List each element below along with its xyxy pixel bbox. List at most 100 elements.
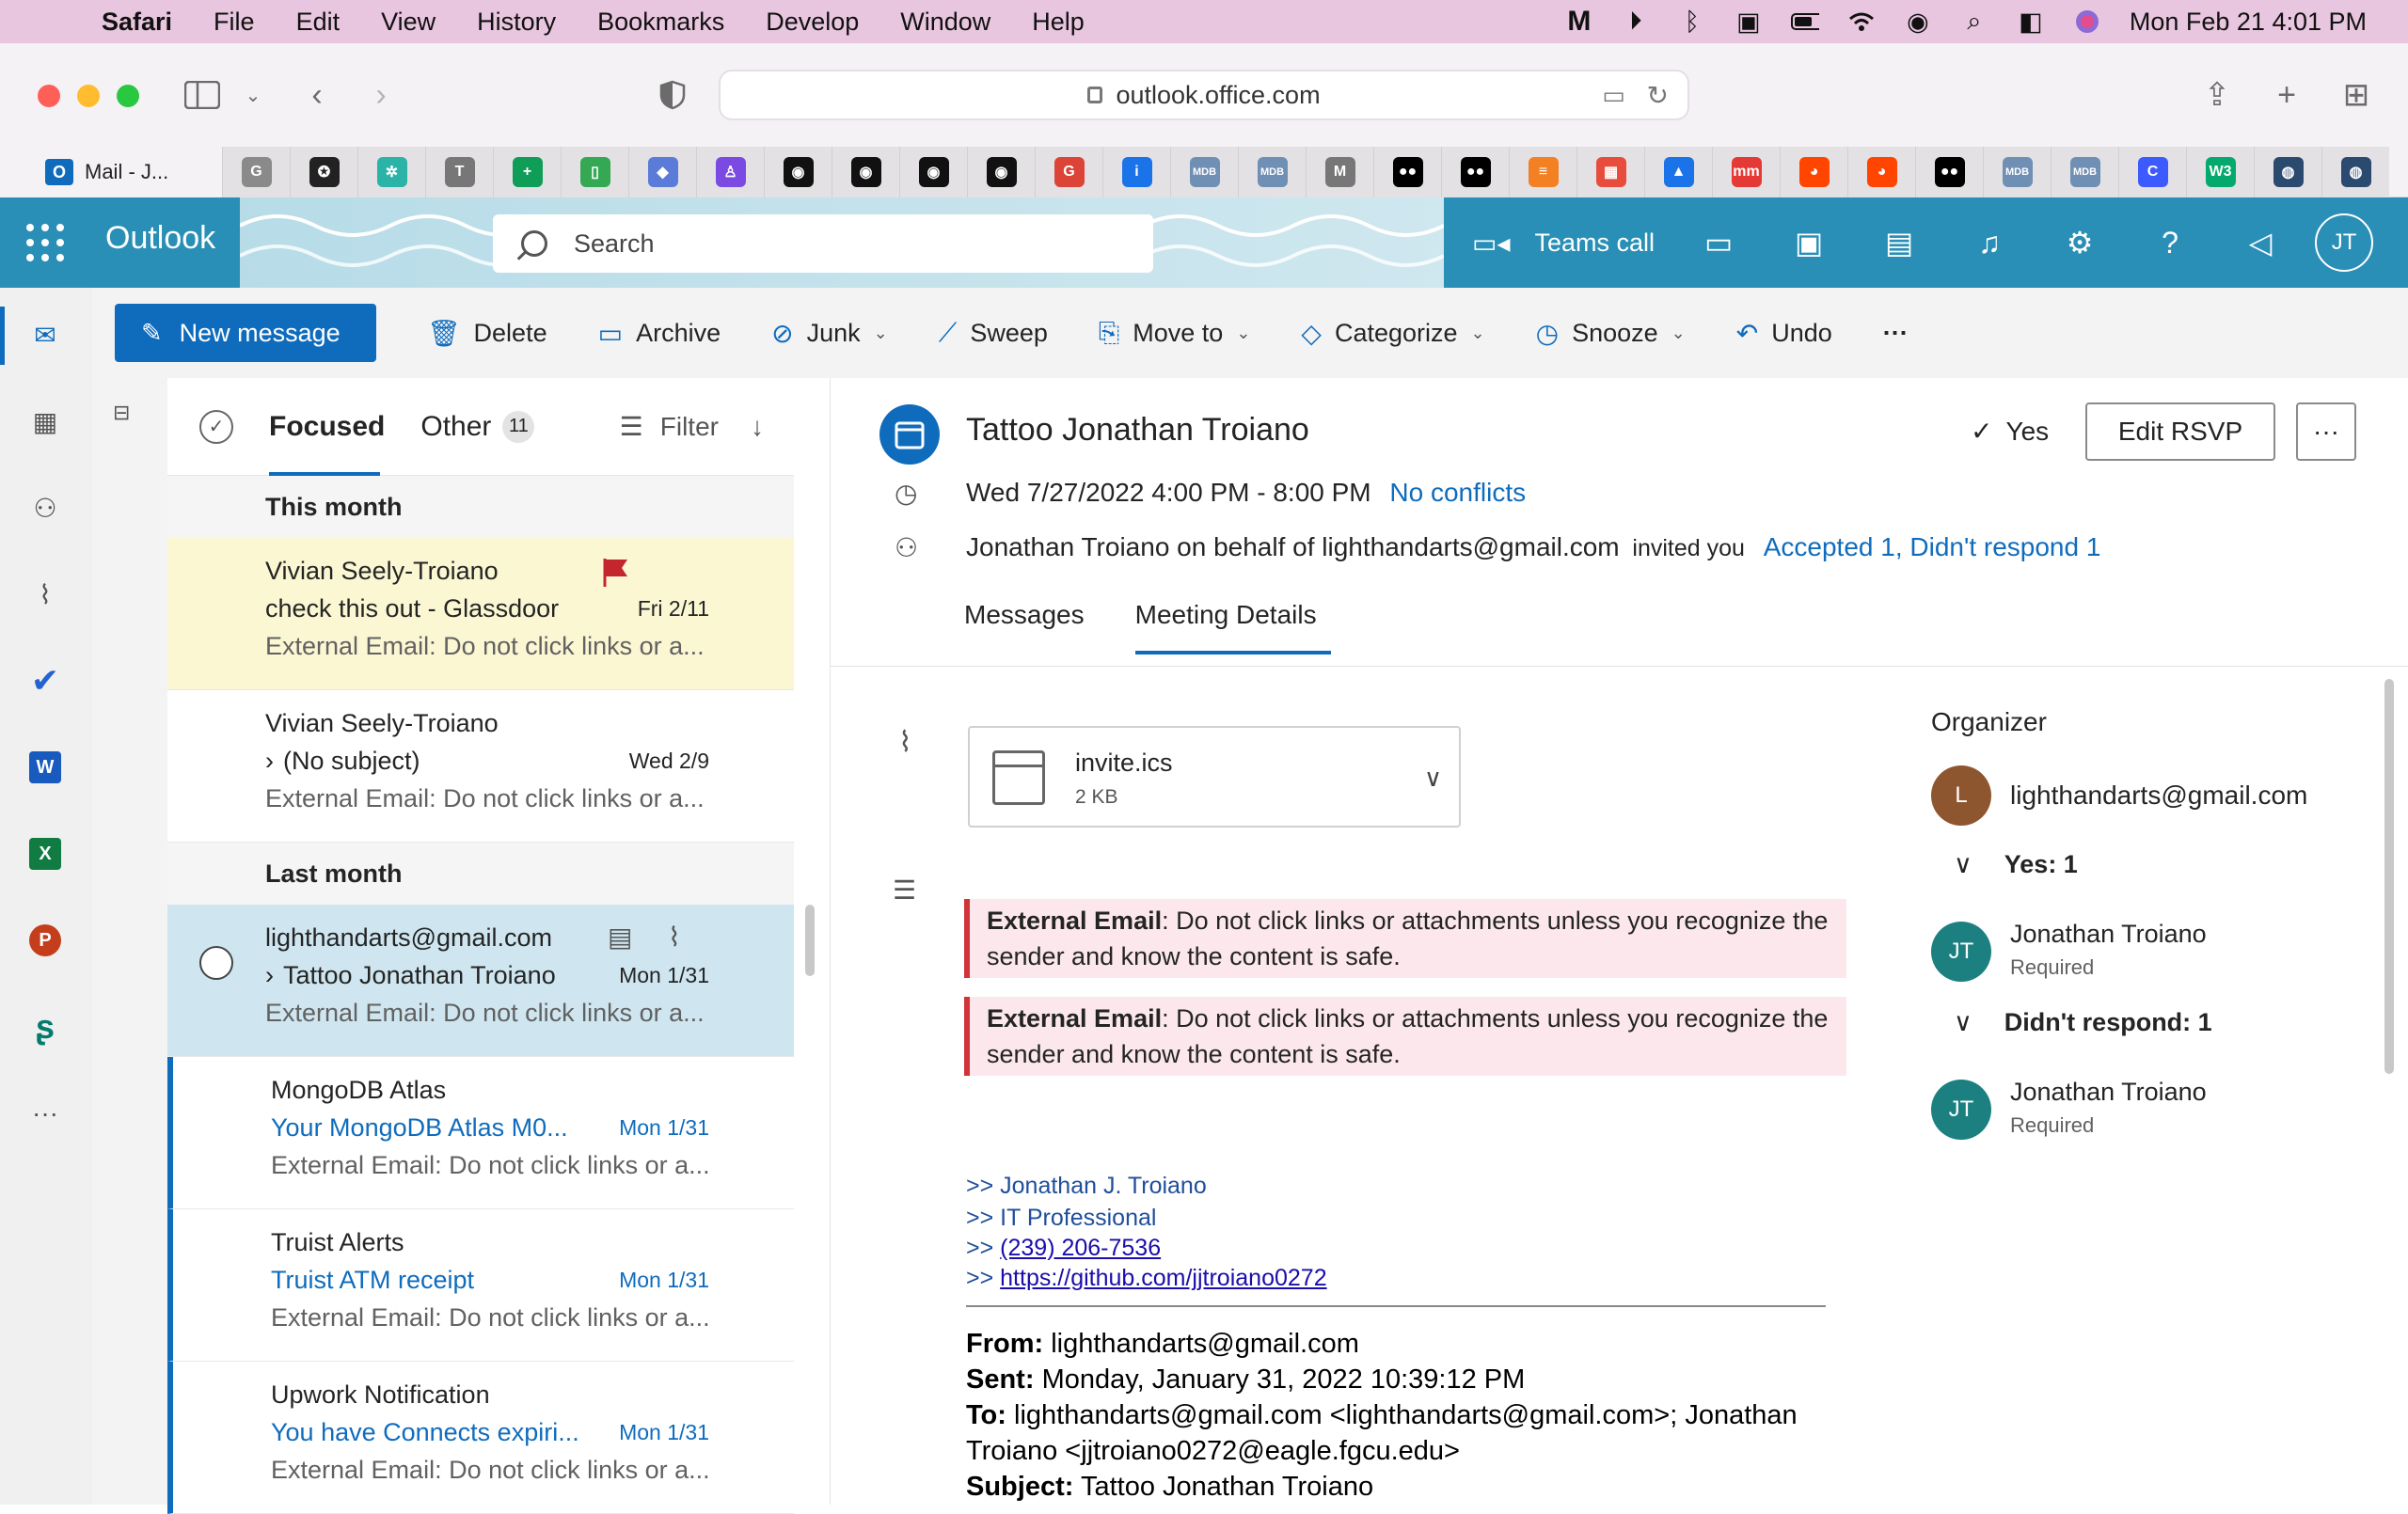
app-launcher-icon[interactable] (26, 224, 64, 261)
menu-help[interactable]: Help (1032, 8, 1085, 37)
tab-other[interactable]: Other 11 (420, 378, 535, 476)
notifications-bell-icon[interactable]: ♫ (1944, 197, 2035, 288)
pinned-tab[interactable]: ▲ (1644, 147, 1712, 197)
pinned-tab[interactable]: ◍ (2254, 147, 2321, 197)
excel-icon[interactable]: X (26, 835, 64, 873)
organizer-card[interactable]: L lighthandarts@gmail.com (1931, 765, 2307, 826)
conflicts-link[interactable]: No conflicts (1389, 478, 1526, 507)
menu-file[interactable]: File (214, 8, 255, 37)
attendee-card[interactable]: JT Jonathan Troiano Required (1931, 1078, 2207, 1140)
menu-bookmarks[interactable]: Bookmarks (597, 8, 724, 37)
powerpoint-icon[interactable]: P (26, 922, 64, 959)
control-center-icon[interactable]: ◧ (2017, 8, 2045, 36)
tab-mail[interactable]: O Mail - J... (0, 147, 222, 197)
list-item[interactable]: Vivian Seely-Troiano check this out - Gl… (167, 538, 794, 690)
close-window-button[interactable] (38, 85, 60, 107)
menu-view[interactable]: View (381, 8, 436, 37)
pinned-tab[interactable]: ●● (1441, 147, 1509, 197)
list-item[interactable]: Vivian Seely-Troiano › (No subject) Wed 2… (167, 690, 794, 843)
pinned-tab[interactable]: ◕ (1780, 147, 1847, 197)
edit-rsvp-button[interactable]: Edit RSVP (2085, 402, 2275, 461)
tab-messages[interactable]: Messages (964, 600, 1085, 654)
new-tab-plus-icon[interactable]: + (2263, 71, 2310, 118)
malwarebytes-icon[interactable]: M (1565, 6, 1593, 37)
wifi-icon[interactable] (1847, 8, 1876, 35)
responses-link[interactable]: Accepted 1, Didn't respond 1 (1764, 532, 2101, 561)
delete-button[interactable]: 🗑︎ Delete (427, 318, 547, 349)
tab-groups-chevron-icon[interactable]: ⌄ (230, 71, 277, 118)
attachments-paperclip-icon[interactable]: ⌇ (26, 576, 64, 613)
pinned-tab[interactable]: ◆ (628, 147, 696, 197)
pinned-tab[interactable]: ▯ (561, 147, 628, 197)
calendar-icon[interactable]: ▦ (26, 402, 64, 440)
pinned-tab[interactable]: ◕ (1847, 147, 1915, 197)
tab-overview-grid-icon[interactable]: ⊞ (2333, 71, 2380, 118)
rsvp-yes-status[interactable]: ✓ Yes (1971, 416, 2049, 447)
bluetooth-icon[interactable]: ᛒ (1678, 8, 1706, 36)
pinned-tab[interactable]: ◍ (2321, 147, 2389, 197)
pinned-tab[interactable]: ◉ (899, 147, 967, 197)
battery-icon[interactable] (1790, 8, 1819, 35)
pinned-tab[interactable]: ✪ (290, 147, 357, 197)
pinned-tab[interactable]: G (222, 147, 290, 197)
user-account-icon[interactable]: ◉ (1904, 8, 1932, 36)
todo-check-icon[interactable]: ✔ (26, 661, 64, 700)
siri-icon[interactable] (2073, 8, 2101, 35)
sidebar-toggle-icon[interactable] (179, 71, 226, 118)
bookings-icon[interactable]: ʂ (26, 1007, 64, 1046)
no-response-group-toggle[interactable]: ∨ Didn't respond: 1 (1954, 1008, 2212, 1037)
item-select-radio[interactable] (199, 946, 233, 980)
pinned-tab[interactable]: M (1306, 147, 1373, 197)
message-list-scrollbar[interactable] (805, 905, 815, 976)
calendar-status-icon[interactable]: ▣ (1735, 8, 1763, 36)
expand-thread-chevron-icon[interactable]: › (265, 747, 274, 775)
pinned-tab[interactable]: ▦ (1576, 147, 1644, 197)
more-apps-icon[interactable]: ··· (26, 1095, 64, 1132)
list-item-selected[interactable]: lighthandarts@gmail.com ▤ ⌇ › Tattoo Jona… (167, 905, 794, 1057)
more-commands-button[interactable]: ··· (1883, 319, 1909, 348)
flag-icon[interactable] (602, 557, 628, 587)
pinned-tab[interactable]: MDB (2051, 147, 2118, 197)
word-icon[interactable]: W (26, 749, 64, 786)
privacy-shield-icon[interactable] (649, 71, 696, 118)
attachment-dropdown-chevron-icon[interactable]: ∨ (1424, 764, 1442, 793)
signature-url-link[interactable]: https://github.com/jjtroiano0272 (1000, 1265, 1326, 1291)
pinned-tab[interactable]: ◉ (967, 147, 1035, 197)
pinned-tab[interactable]: W3 (2186, 147, 2254, 197)
menu-develop[interactable]: Develop (766, 8, 859, 37)
mail-icon[interactable]: ✉ (26, 316, 64, 354)
back-arrow-icon[interactable]: ‹ (293, 71, 341, 118)
outlook-brand[interactable]: Outlook (105, 220, 215, 257)
pinned-tab[interactable]: T (425, 147, 493, 197)
sort-arrow-icon[interactable]: ↓ (751, 412, 764, 442)
archive-button[interactable]: ▭ Archive (598, 318, 721, 349)
feedback-megaphone-icon[interactable]: ◁ (2215, 197, 2305, 288)
junk-button[interactable]: ⊘ Junk ⌄ (771, 318, 888, 349)
chat-icon[interactable]: ▭ (1673, 197, 1764, 288)
expand-thread-chevron-icon[interactable]: › (265, 961, 274, 989)
people-icon[interactable]: ⚇ (26, 489, 64, 527)
sweep-button[interactable]: ⟋ Sweep (939, 318, 1048, 349)
pinned-tab[interactable]: mm (1712, 147, 1780, 197)
menu-app-safari[interactable]: Safari (102, 8, 172, 37)
pinned-tab[interactable]: MDB (1238, 147, 1306, 197)
filter-button[interactable]: ☰ Filter ↓ (620, 411, 764, 442)
settings-gear-icon[interactable]: ⚙ (2035, 197, 2125, 288)
pinned-tab[interactable]: ●● (1373, 147, 1441, 197)
move-to-button[interactable]: ⎘ Move to ⌄ (1099, 318, 1251, 349)
undo-button[interactable]: ↶ Undo (1736, 318, 1832, 349)
snooze-button[interactable]: ◷ Snooze ⌄ (1536, 318, 1686, 349)
pinned-tab[interactable]: i (1102, 147, 1170, 197)
pinned-tab[interactable]: ◉ (832, 147, 899, 197)
zoom-window-button[interactable] (117, 85, 139, 107)
pinned-tab[interactable]: MDB (1983, 147, 2051, 197)
spotlight-search-icon[interactable]: ⌕ (1960, 7, 1988, 35)
new-message-button[interactable]: ✎ New message (115, 304, 376, 362)
tab-overview-icon[interactable]: ▭ (1602, 81, 1625, 110)
pinned-tab[interactable]: MDB (1170, 147, 1238, 197)
share-icon[interactable]: ⇪ (2194, 71, 2241, 118)
play-circle-icon[interactable]: ⏵ (1622, 7, 1650, 35)
categorize-button[interactable]: ◇ Categorize ⌄ (1301, 318, 1484, 349)
office-icon[interactable]: ▣ (1764, 197, 1854, 288)
menu-window[interactable]: Window (900, 8, 990, 37)
